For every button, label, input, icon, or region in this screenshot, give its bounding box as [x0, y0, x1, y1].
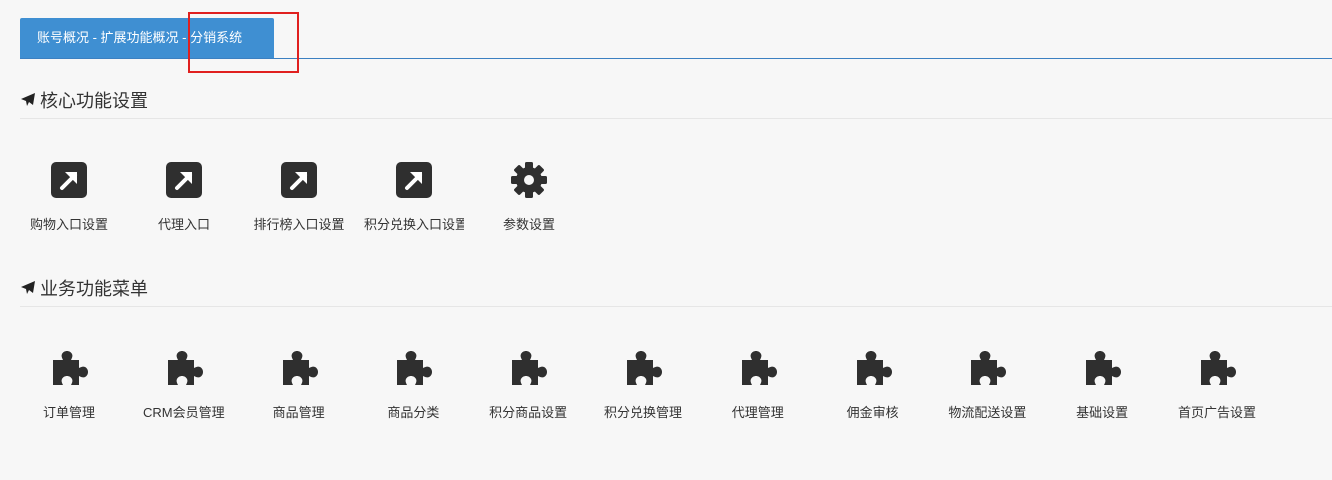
business-item[interactable]: 积分兑换管理	[593, 349, 693, 439]
business-item-label: 基础设置	[1076, 405, 1129, 420]
core-item-label: 积分兑换入口设置	[364, 217, 464, 232]
puzzle-icon	[394, 349, 433, 387]
business-item-label: 商品分类	[387, 405, 440, 420]
business-item-label: 商品管理	[272, 405, 325, 420]
core-item[interactable]: 代理入口	[134, 161, 234, 251]
puzzle-icon	[50, 349, 88, 387]
puzzle-icon	[968, 349, 1007, 387]
plane-icon	[21, 93, 35, 106]
section-divider-core	[20, 118, 1332, 119]
business-item[interactable]: 代理管理	[708, 349, 808, 439]
business-item-label: 订单管理	[42, 405, 95, 420]
core-item-label: 代理入口	[157, 217, 210, 232]
section-title-business-label: 业务功能菜单	[40, 279, 148, 299]
business-item-label: 首页广告设置	[1177, 405, 1256, 420]
business-item[interactable]: 积分商品设置	[478, 349, 578, 439]
external-link-icon	[165, 161, 203, 199]
puzzle-icon	[165, 349, 203, 387]
external-link-icon	[50, 161, 88, 199]
business-item-label: 代理管理	[731, 405, 784, 420]
tab-distribution-system[interactable]: 账号概况 - 扩展功能概况 - 分销系统	[20, 18, 274, 58]
business-item-label: 积分商品设置	[489, 405, 568, 420]
tab-bar: 账号概况 - 扩展功能概况 - 分销系统	[20, 18, 1332, 59]
core-item-label: 购物入口设置	[29, 217, 108, 232]
puzzle-icon	[624, 349, 662, 387]
business-item-label: 佣金审核	[846, 405, 899, 420]
puzzle-icon	[509, 349, 548, 387]
business-item-label: 积分兑换管理	[603, 405, 682, 420]
section-divider-business	[20, 306, 1332, 307]
puzzle-icon	[854, 349, 892, 387]
external-link-icon	[395, 161, 433, 199]
core-item[interactable]: 积分兑换入口设置	[364, 161, 464, 251]
puzzle-icon	[1198, 349, 1236, 387]
business-item[interactable]: 订单管理	[19, 349, 119, 439]
puzzle-icon	[280, 349, 318, 387]
puzzle-icon	[739, 349, 777, 387]
core-item[interactable]: 购物入口设置	[19, 161, 119, 251]
section-title-core-label: 核心功能设置	[40, 91, 148, 111]
section-title-business: 业务功能菜单	[20, 275, 148, 301]
external-link-icon	[280, 161, 318, 199]
business-item[interactable]: 基础设置	[1052, 349, 1152, 439]
core-item[interactable]: 参数设置	[479, 161, 579, 251]
core-item-label: 排行榜入口设置	[253, 217, 345, 232]
business-item[interactable]: 首页广告设置	[1167, 349, 1267, 439]
core-item[interactable]: 排行榜入口设置	[249, 161, 349, 251]
business-item-label: CRM会员管理	[142, 405, 225, 420]
business-item[interactable]: 商品管理	[249, 349, 349, 439]
business-item[interactable]: 商品分类	[363, 349, 463, 439]
business-item[interactable]: 佣金审核	[823, 349, 923, 439]
plane-icon	[21, 281, 35, 294]
puzzle-icon	[1083, 349, 1122, 387]
business-item[interactable]: CRM会员管理	[134, 349, 234, 439]
section-title-core: 核心功能设置	[20, 87, 148, 113]
business-item-label: 物流配送设置	[948, 405, 1027, 420]
core-item-label: 参数设置	[502, 217, 555, 232]
gear-icon	[510, 161, 548, 199]
business-item[interactable]: 物流配送设置	[937, 349, 1037, 439]
